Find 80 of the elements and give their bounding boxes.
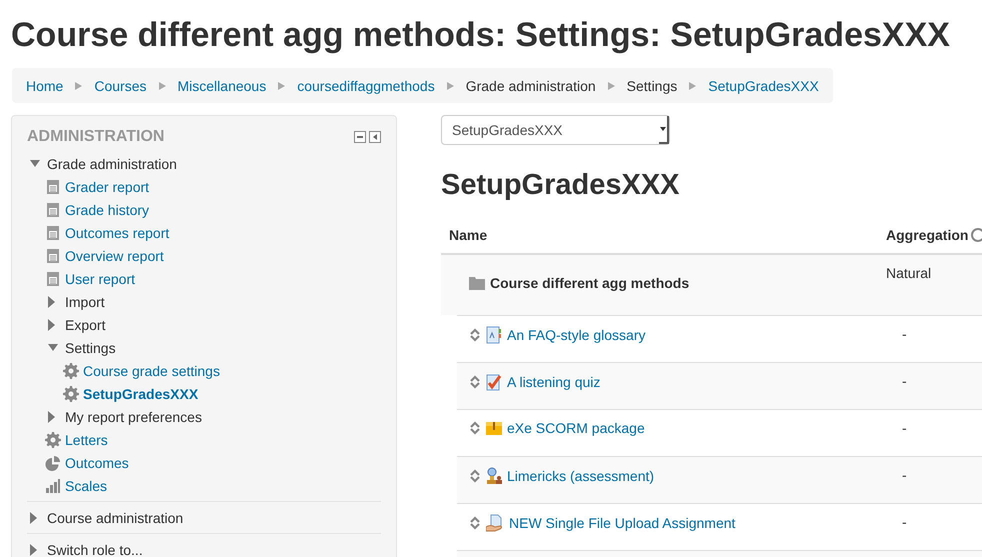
caret-icon [660,127,666,131]
activity-link[interactable]: eXe SCORM package [507,420,645,436]
separator-icon [158,82,166,90]
move-icon[interactable] [469,516,481,530]
activity-link[interactable]: A listening quiz [507,374,600,390]
expand-arrow-icon[interactable] [48,296,55,308]
bar-chart-icon [45,478,61,494]
tree-branch-label[interactable]: Import [65,294,105,310]
table-cell-text: Natural [886,264,932,281]
tree-link[interactable]: Grader report [65,178,150,194]
grade-item-select[interactable]: SetupGradesXXX [441,115,670,145]
tree-link[interactable]: User report [65,270,136,286]
move-icon[interactable] [469,469,481,483]
tree-branch-label[interactable]: Grade administration [47,156,177,172]
activity-link[interactable]: NEW Single File Upload Assignment [509,515,736,531]
expand-arrow-icon[interactable] [30,512,37,524]
table-cell-text: - [902,372,907,389]
breadcrumb-link[interactable]: Home [26,78,64,94]
tree-branch-label[interactable]: Export [65,316,106,332]
breadcrumb-text: Settings [626,78,678,94]
package-icon [486,420,502,436]
breadcrumb-link[interactable]: SetupGradesXXX [708,78,819,94]
panel-title: ADMINISTRATION [27,128,164,146]
activity-link[interactable]: An FAQ-style glossary [507,327,646,343]
column-header: Name [449,227,488,243]
tree-link[interactable]: Outcomes report [65,224,170,240]
help-icon[interactable] [971,228,982,242]
separator-icon [278,82,286,90]
tree-branch-label[interactable]: Switch role to... [47,542,143,557]
folder-icon [469,276,485,290]
tree-branch-label[interactable]: Course administration [47,510,184,526]
section-heading: SetupGradesXXX [441,168,681,203]
breadcrumb-text: Grade administration [466,78,596,94]
table-cell-text: - [902,466,907,483]
breadcrumb-link[interactable]: Miscellaneous [178,78,266,94]
glossary-icon [486,326,502,344]
separator-icon [689,82,696,90]
table-cell-text: - [902,325,907,342]
report-icon [45,248,61,264]
quiz-icon [486,373,502,391]
tree-branch-label[interactable]: Settings [65,340,116,356]
category-name: Course different agg methods [490,275,690,291]
expand-arrow-icon[interactable] [30,160,40,167]
report-icon [45,178,61,194]
expand-arrow-icon[interactable] [48,410,55,422]
expand-arrow-icon[interactable] [30,544,37,556]
tree-link[interactable]: Outcomes [65,454,129,470]
breadcrumb-link[interactable]: coursediffaggmethods [297,78,435,94]
tree-link[interactable]: Scales [65,478,108,494]
tree-link[interactable]: Grade history [65,202,150,218]
dock-icon[interactable] [369,131,381,143]
activity-link[interactable]: Limericks (assessment) [507,468,654,484]
report-icon [45,202,61,218]
report-icon [45,224,61,240]
tree-link[interactable]: Course grade settings [83,362,220,378]
separator-icon [75,82,82,90]
move-icon[interactable] [469,375,481,389]
assignment-icon [486,514,504,532]
tree-link[interactable]: Overview report [65,248,164,264]
separator-icon [608,82,615,90]
column-header: Aggregation [886,227,968,243]
gear-icon [45,432,61,448]
breadcrumb-link[interactable]: Courses [94,78,146,94]
page-title: Course different agg methods: Settings: SetupGradesXXX [11,15,951,56]
gear-icon [63,386,79,402]
tree-link[interactable]: SetupGradesXXX [83,386,198,402]
move-icon[interactable] [469,328,481,342]
workshop-icon [486,467,502,485]
table-cell-text: - [902,513,907,530]
table-cell-text: - [902,419,907,436]
tree-link[interactable]: Letters [65,432,108,448]
expand-arrow-icon[interactable] [48,318,55,330]
expand-arrow-icon[interactable] [48,344,58,351]
move-icon[interactable] [469,421,481,435]
pie-chart-icon [45,454,61,470]
report-icon [45,270,61,286]
separator-icon [446,82,454,90]
tree-branch-label[interactable]: My report preferences [65,408,202,424]
gear-icon [63,362,79,378]
minimize-icon[interactable] [354,131,366,143]
